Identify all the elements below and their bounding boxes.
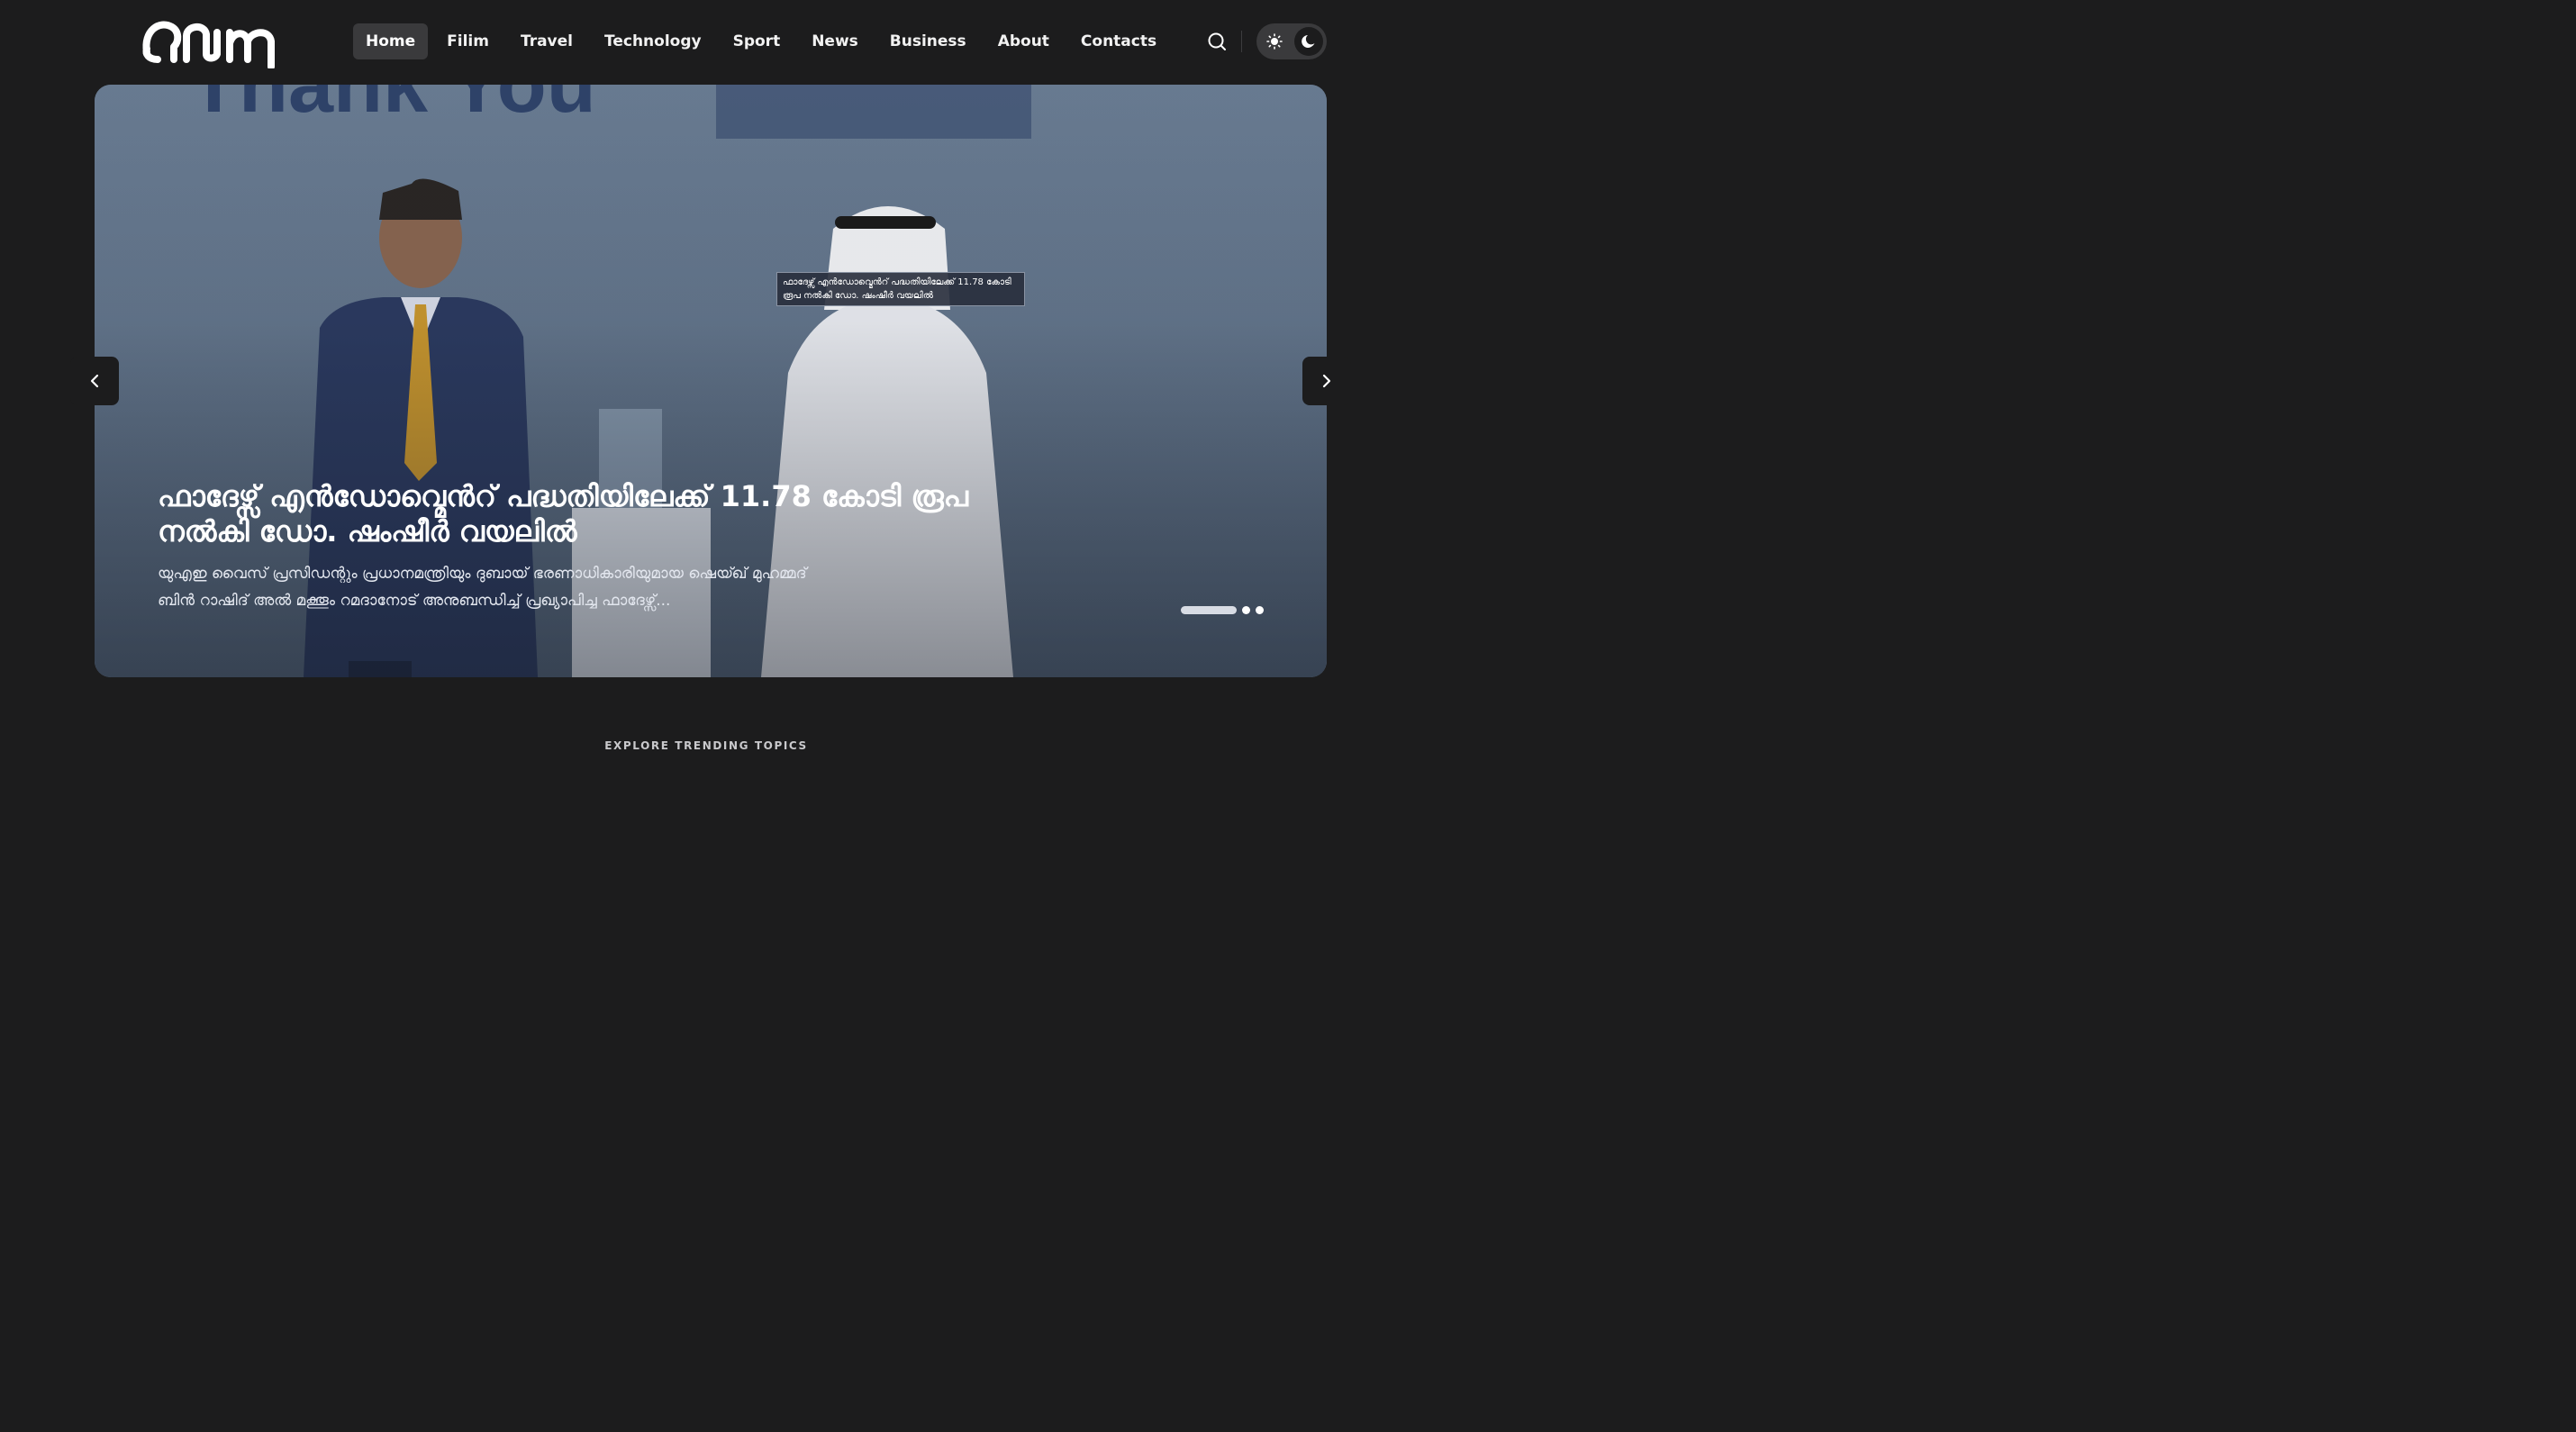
- nav-item-contacts[interactable]: Contacts: [1068, 23, 1169, 59]
- site-header: Home Filim Travel Technology Sport News …: [0, 0, 1412, 85]
- slider-dot-2[interactable]: [1242, 605, 1250, 614]
- hero-excerpt: യുഎഇ വൈസ് പ്രസിഡന്റും പ്രധാനമന്ത്രിയും ദ…: [158, 565, 807, 610]
- slider-dot-3[interactable]: [1256, 605, 1264, 614]
- slider-prev-button[interactable]: [70, 357, 119, 405]
- header-divider: [1241, 31, 1242, 52]
- nav-item-technology[interactable]: Technology: [592, 23, 714, 59]
- sun-icon: [1266, 33, 1283, 50]
- nav-item-home[interactable]: Home: [353, 23, 429, 59]
- slider-next-button[interactable]: [1302, 357, 1351, 405]
- chevron-right-icon: [1322, 374, 1331, 388]
- chevron-left-icon: [90, 374, 99, 388]
- nav-item-about[interactable]: About: [985, 23, 1062, 59]
- section-trending-heading: EXPLORE TRENDING TOPICS: [604, 739, 808, 752]
- slider-pagination: [1181, 605, 1264, 614]
- light-mode-option[interactable]: [1260, 27, 1289, 56]
- main-nav: Home Filim Travel Technology Sport News …: [353, 23, 1175, 59]
- hero-slider: Thank You ഫാദേഴ്സ് എൻഡോവ്മെൻറ് പദ്ധതിയില…: [95, 85, 1327, 677]
- site-logo[interactable]: [140, 13, 284, 68]
- slider-dot-1[interactable]: [1181, 605, 1237, 614]
- hero-title[interactable]: ഫാദേഴ്സ് എൻഡോവ്മെൻറ് പദ്ധതിയിലേക്ക് 11.7…: [158, 479, 1067, 549]
- nav-item-filim[interactable]: Filim: [434, 23, 502, 59]
- image-caption: ഫാദേഴ്സ് എൻഡോവ്മെൻറ് പദ്ധതിയിലേക്ക് 11.7…: [776, 272, 1025, 306]
- nav-item-sport[interactable]: Sport: [721, 23, 794, 59]
- theme-toggle[interactable]: [1256, 23, 1327, 59]
- moon-icon: [1302, 35, 1315, 48]
- nav-item-travel[interactable]: Travel: [508, 23, 585, 59]
- nav-item-news[interactable]: News: [799, 23, 871, 59]
- search-button[interactable]: [1205, 30, 1229, 53]
- dark-mode-option[interactable]: [1294, 27, 1323, 56]
- nav-item-business[interactable]: Business: [877, 23, 979, 59]
- search-icon: [1208, 32, 1226, 50]
